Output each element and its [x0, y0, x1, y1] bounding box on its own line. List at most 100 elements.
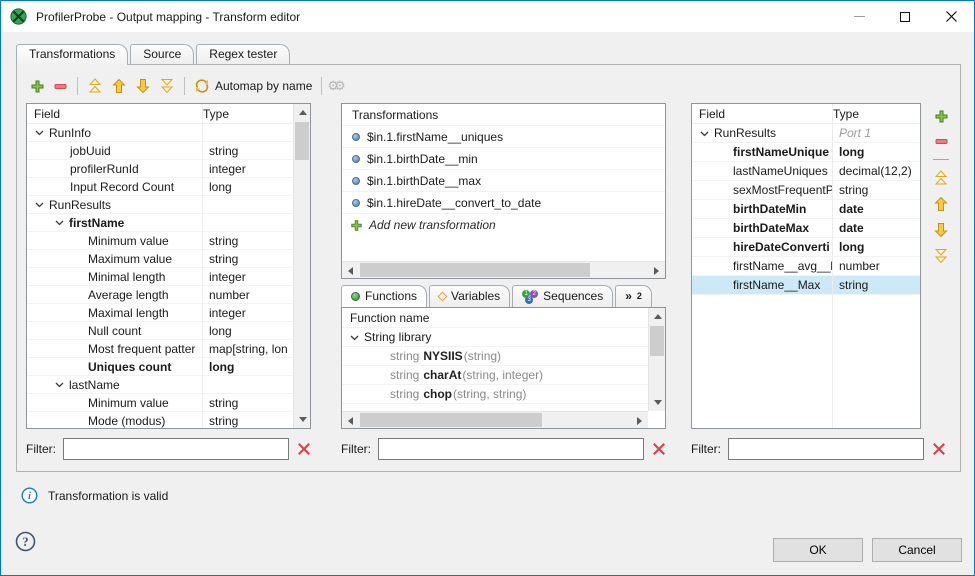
chevron-down-icon[interactable]: [698, 129, 711, 138]
move-down-button[interactable]: [929, 220, 953, 240]
tree-row[interactable]: firstName__avg__lenumber: [692, 257, 920, 276]
tree-row[interactable]: lastNameUniquesdecimal(12,2): [692, 162, 920, 181]
scroll-up-button[interactable]: [649, 308, 666, 325]
maximize-button[interactable]: [882, 1, 928, 32]
filter-label: Filter:: [691, 442, 721, 456]
tab-regex-tester[interactable]: Regex tester: [196, 44, 290, 64]
vertical-scrollbar: [293, 104, 310, 428]
tree-row[interactable]: Input Record Countlong: [27, 178, 310, 196]
tab-variables[interactable]: Variables: [429, 285, 510, 307]
help-button[interactable]: ?: [15, 531, 36, 552]
chevron-down-icon[interactable]: [53, 218, 66, 227]
scrollbar-thumb[interactable]: [295, 122, 309, 160]
tree-row[interactable]: lastName: [27, 376, 310, 394]
move-bottom-button[interactable]: [155, 76, 179, 96]
minus-icon: [934, 134, 949, 149]
scroll-up-button[interactable]: [294, 104, 311, 121]
move-top-button[interactable]: [83, 76, 107, 96]
scrollbar-thumb[interactable]: [650, 326, 664, 356]
tab-overflow-chevron[interactable]: »2: [615, 285, 652, 307]
automap-by-name-button[interactable]: Automap by name: [190, 76, 316, 96]
ok-button[interactable]: OK: [773, 538, 863, 562]
remove-field-button[interactable]: [49, 77, 72, 96]
input-fields-panel: Field Type RunInfojobUuidstringprofilerR…: [26, 103, 311, 429]
tree-row[interactable]: firstName__Maxstring: [692, 276, 920, 295]
function-item[interactable]: stringcharAt(string, integer): [342, 366, 665, 385]
down-arrow-icon: [135, 78, 151, 94]
left-triangle-icon: [348, 267, 353, 275]
tree-row[interactable]: Maximum valuestring: [27, 250, 310, 268]
tree-row[interactable]: RunResults: [27, 196, 310, 214]
transformation-item[interactable]: $in.1.birthDate__min: [342, 148, 665, 170]
clear-filter-icon[interactable]: [652, 442, 666, 456]
scroll-down-button[interactable]: [294, 411, 311, 428]
move-top-button[interactable]: [929, 168, 953, 188]
tab-source[interactable]: Source: [130, 44, 194, 64]
tree-row[interactable]: firstNameUniquelong: [692, 143, 920, 162]
tree-row[interactable]: Minimal lengthinteger: [27, 268, 310, 286]
function-group-row[interactable]: String library: [342, 328, 665, 347]
close-button[interactable]: [928, 1, 974, 32]
tree-row[interactable]: Null countlong: [27, 322, 310, 340]
tree-row[interactable]: sexMostFrequentPstring: [692, 181, 920, 200]
scroll-left-button[interactable]: [342, 412, 359, 429]
scroll-left-button[interactable]: [342, 262, 359, 279]
minimize-button[interactable]: [836, 1, 882, 32]
tree-row[interactable]: birthDateMaxdate: [692, 219, 920, 238]
move-up-button[interactable]: [929, 194, 953, 214]
left-filter-input[interactable]: [63, 438, 289, 460]
tree-row[interactable]: Average lengthnumber: [27, 286, 310, 304]
tree-row[interactable]: hireDateConvertilong: [692, 238, 920, 257]
right-filter-input[interactable]: [728, 438, 924, 460]
scrollbar-thumb[interactable]: [360, 263, 590, 277]
tree-row[interactable]: Minimum valuestring: [27, 232, 310, 250]
tree-row[interactable]: birthDateMindate: [692, 200, 920, 219]
column-header-field: Field: [692, 107, 826, 121]
scrollbar-thumb[interactable]: [360, 413, 542, 427]
add-field-button[interactable]: [26, 77, 49, 96]
clear-filter-icon[interactable]: [932, 442, 946, 456]
column-header-type: Type: [196, 107, 229, 121]
tree-row[interactable]: Uniques countlong: [27, 358, 310, 376]
tree-row[interactable]: RunResultsPort 1: [692, 124, 920, 143]
field-name: birthDateMin: [692, 200, 832, 218]
scroll-right-button[interactable]: [631, 412, 648, 429]
function-item[interactable]: stringchop(string, string): [342, 385, 665, 404]
move-bottom-button[interactable]: [929, 246, 953, 266]
move-up-button[interactable]: [107, 76, 131, 96]
tree-row[interactable]: profilerRunIdinteger: [27, 160, 310, 178]
tree-row[interactable]: firstName: [27, 214, 310, 232]
transformation-item[interactable]: $in.1.hireDate__convert_to_date: [342, 192, 665, 214]
field-type: date: [832, 219, 920, 237]
scroll-down-button[interactable]: [649, 394, 666, 411]
tree-row[interactable]: jobUuidstring: [27, 142, 310, 160]
tree-row[interactable]: Mode (modus)string: [27, 412, 310, 429]
chevron-down-icon[interactable]: [33, 200, 46, 209]
chevron-down-icon[interactable]: [33, 128, 46, 137]
field-name: RunInfo: [27, 124, 202, 141]
transformations-list: $in.1.firstName__uniques$in.1.birthDate_…: [342, 126, 665, 214]
functions-filter-input[interactable]: [378, 438, 644, 460]
clear-filter-icon[interactable]: [297, 442, 311, 456]
tree-row[interactable]: RunInfo: [27, 124, 310, 142]
tab-transformations[interactable]: Transformations: [16, 44, 128, 65]
transformation-item[interactable]: $in.1.firstName__uniques: [342, 126, 665, 148]
tab-functions[interactable]: Functions: [341, 285, 427, 307]
chevron-down-icon[interactable]: [53, 380, 66, 389]
move-down-button[interactable]: [131, 76, 155, 96]
tree-row[interactable]: Minimum valuestring: [27, 394, 310, 412]
add-output-field-button[interactable]: [930, 107, 953, 126]
transformation-item[interactable]: $in.1.birthDate__max: [342, 170, 665, 192]
cancel-button[interactable]: Cancel: [872, 538, 962, 562]
field-type: string: [832, 181, 920, 199]
add-new-transformation[interactable]: Add new transformation: [342, 214, 665, 236]
field-name: RunResults: [27, 196, 202, 213]
tree-row[interactable]: Maximal lengthinteger: [27, 304, 310, 322]
function-item[interactable]: stringNYSIIS(string): [342, 347, 665, 366]
tab-sequences[interactable]: 123 Sequences: [512, 285, 613, 307]
functions-panel: Function name String library stringNYSII…: [341, 307, 666, 429]
tree-row[interactable]: Most frequent pattermap[string, lon: [27, 340, 310, 358]
remove-output-field-button[interactable]: [930, 132, 953, 151]
scroll-right-button[interactable]: [648, 262, 665, 279]
chevron-down-icon[interactable]: [348, 333, 361, 342]
